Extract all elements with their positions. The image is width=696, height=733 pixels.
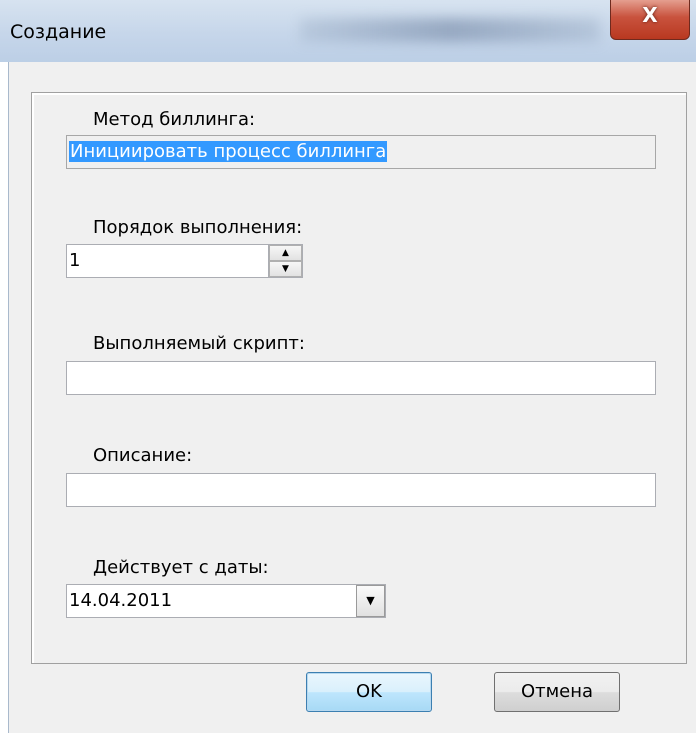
close-button[interactable]: X (610, 0, 690, 40)
down-arrow-icon: ▼ (282, 264, 289, 274)
form-group-box: Метод биллинга: Инициировать процесс бил… (31, 92, 687, 664)
title-bar: Создание X (0, 0, 696, 62)
stepper-buttons: ▲ ▼ (268, 245, 302, 277)
execution-order-label: Порядок выполнения: (93, 217, 303, 238)
script-field[interactable] (66, 361, 656, 395)
billing-method-field[interactable]: Инициировать процесс биллинга (66, 135, 656, 169)
window-title: Создание (10, 21, 107, 43)
up-arrow-icon: ▲ (282, 248, 289, 258)
billing-method-label: Метод биллинга: (93, 109, 256, 130)
billing-method-value: Инициировать процесс биллинга (69, 141, 388, 162)
ok-button[interactable]: OK (306, 672, 432, 712)
spin-up-button[interactable]: ▲ (269, 245, 302, 261)
dialog-body: Метод биллинга: Инициировать процесс бил… (8, 62, 696, 733)
execution-order-value: 1 (69, 250, 81, 271)
description-field[interactable] (66, 473, 656, 507)
script-label: Выполняемый скрипт: (93, 333, 305, 354)
cancel-button[interactable]: Отмена (494, 672, 620, 712)
effective-date-value: 14.04.2011 (69, 590, 173, 611)
dropdown-button[interactable]: ▼ (356, 585, 385, 617)
blurred-background-window (300, 18, 600, 42)
execution-order-stepper[interactable]: 1 ▲ ▼ (66, 244, 303, 278)
spin-down-button[interactable]: ▼ (269, 261, 302, 277)
chevron-down-icon: ▼ (366, 594, 375, 607)
close-icon: X (642, 3, 658, 27)
description-label: Описание: (93, 445, 193, 466)
effective-date-dropdown[interactable]: 14.04.2011 ▼ (66, 584, 386, 618)
effective-date-label: Действует с даты: (93, 557, 269, 578)
